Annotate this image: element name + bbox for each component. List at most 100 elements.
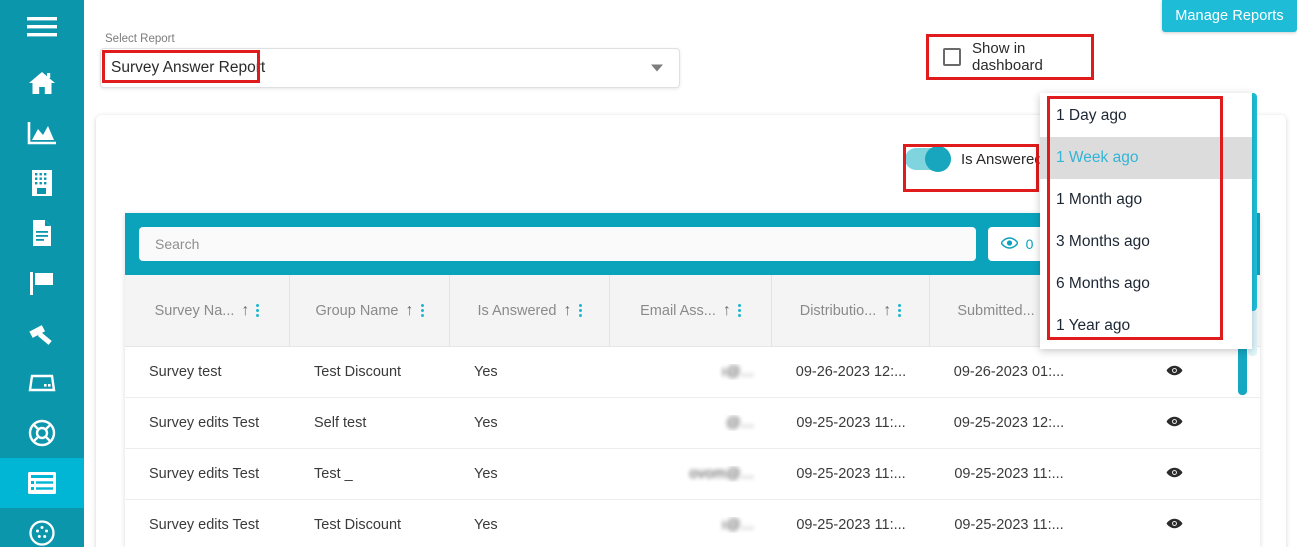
sort-asc-icon[interactable]: ↑ <box>883 302 891 319</box>
sort-asc-icon[interactable]: ↑ <box>406 302 414 319</box>
cell-submitted-date: 09-25-2023 12:... <box>953 415 1065 431</box>
views-count: 0 <box>1025 236 1034 252</box>
is-answered-toggle-group[interactable]: Is Answered <box>905 146 1043 172</box>
select-report-dropdown[interactable]: Survey Answer Report <box>100 48 680 88</box>
show-in-dashboard-group[interactable]: Show in dashboard <box>926 34 1094 80</box>
row-action-cell[interactable] <box>1088 415 1260 431</box>
cell-email-assigned: @... <box>610 415 772 431</box>
table-row[interactable]: Survey edits Test Self test Yes @... 09-… <box>125 398 1260 449</box>
sidebar-item-company[interactable] <box>0 158 84 208</box>
table-row[interactable]: Survey edits Test Test _ Yes ovom@... 09… <box>125 449 1260 500</box>
inbox-icon <box>28 372 56 394</box>
select-report-label: Select Report <box>105 33 175 45</box>
cell-is-answered: Yes <box>474 364 498 380</box>
sidebar-item-explore[interactable] <box>0 508 84 547</box>
column-header-distribution-date[interactable]: Distributio... ↑ <box>772 275 930 346</box>
dropdown-option-label: 1 Year ago <box>1056 317 1131 334</box>
grid-inner-scrollbar-thumb[interactable] <box>1238 341 1247 395</box>
show-in-dashboard-label: Show in dashboard <box>972 40 1043 74</box>
dropdown-option-label: 6 Months ago <box>1056 275 1150 292</box>
sort-asc-icon[interactable]: ↑ <box>564 302 572 319</box>
column-header-survey-name[interactable]: Survey Na... ↑ <box>125 275 290 346</box>
cell-survey-name: Survey edits Test <box>149 415 260 431</box>
row-action-cell[interactable] <box>1088 517 1260 533</box>
cell-is-answered: Yes <box>474 466 498 482</box>
sidebar-item-analytics[interactable] <box>0 108 84 158</box>
table-row[interactable]: Survey test Test Discount Yes ı@... 09-2… <box>125 347 1260 398</box>
dropdown-option-6-months[interactable]: 6 Months ago <box>1040 263 1252 305</box>
dropdown-option-1-week[interactable]: 1 Week ago <box>1040 137 1252 179</box>
column-label: Submitted... <box>957 302 1035 319</box>
sidebar-item-legal[interactable] <box>0 308 84 358</box>
cell-distribution-date: 09-25-2023 11:... <box>796 517 906 533</box>
cell-distribution-date: 09-25-2023 11:... <box>796 466 906 482</box>
cell-distribution-date: 09-26-2023 12:... <box>795 364 907 380</box>
manage-reports-label: Manage Reports <box>1175 8 1284 24</box>
sidebar-item-reports[interactable] <box>0 458 84 508</box>
column-header-is-answered[interactable]: Is Answered ↑ <box>450 275 610 346</box>
dropdown-option-1-year[interactable]: 1 Year ago <box>1040 305 1252 347</box>
sidebar-item-menu[interactable] <box>0 0 84 54</box>
document-icon <box>30 219 54 247</box>
kebab-menu-icon[interactable] <box>578 304 582 317</box>
show-in-dashboard-checkbox[interactable] <box>943 48 961 66</box>
search-input[interactable] <box>139 227 976 261</box>
cell-distribution-date: 09-25-2023 11:... <box>796 415 906 431</box>
sidebar-item-inbox[interactable] <box>0 358 84 408</box>
sidebar-item-documents[interactable] <box>0 208 84 258</box>
is-answered-switch[interactable] <box>905 146 951 172</box>
dropdown-option-1-day[interactable]: 1 Day ago <box>1040 95 1252 137</box>
dropdown-option-label: 1 Month ago <box>1056 191 1143 208</box>
eye-icon[interactable] <box>1166 415 1183 431</box>
chevron-down-icon <box>651 64 663 72</box>
kebab-menu-icon[interactable] <box>420 304 424 317</box>
is-answered-label: Is Answered <box>961 150 1043 168</box>
cell-group-name: Self test <box>314 415 367 431</box>
column-label: Distributio... <box>799 302 877 319</box>
cell-is-answered: Yes <box>474 415 498 431</box>
list-report-icon <box>27 471 57 495</box>
dropdown-option-1-month[interactable]: 1 Month ago <box>1040 179 1252 221</box>
flag-icon <box>28 270 56 296</box>
sort-asc-icon[interactable]: ↑ <box>241 302 249 319</box>
switch-knob <box>925 146 951 172</box>
cell-email-value: @... <box>725 415 754 431</box>
sidebar-item-home[interactable] <box>0 58 84 108</box>
sidebar-item-flags[interactable] <box>0 258 84 308</box>
select-report-group: Select Report Survey Answer Report <box>100 33 680 88</box>
cell-group-name: Test _ <box>290 466 450 482</box>
views-count-button[interactable]: 0 <box>988 227 1046 261</box>
column-header-group-name[interactable]: Group Name ↑ <box>290 275 450 346</box>
cell-email-assigned: ı@... <box>610 517 772 533</box>
column-label: Survey Na... <box>154 302 235 319</box>
eye-icon[interactable] <box>1166 517 1183 533</box>
cell-is-answered: Yes <box>474 517 498 533</box>
kebab-menu-icon[interactable] <box>256 304 260 317</box>
cell-submitted-date: 09-26-2023 01:... <box>953 364 1065 380</box>
kebab-menu-icon[interactable] <box>737 304 741 317</box>
table-row[interactable]: Survey edits Test Test Discount Yes ı@..… <box>125 500 1260 547</box>
building-icon <box>30 169 54 197</box>
eye-icon <box>1000 236 1019 252</box>
sidebar-item-support[interactable] <box>0 408 84 458</box>
eye-icon[interactable] <box>1166 466 1183 482</box>
dropdown-option-3-months[interactable]: 3 Months ago <box>1040 221 1252 263</box>
select-report-value: Survey Answer Report <box>111 59 266 76</box>
cell-submitted-date: 09-25-2023 11:... <box>954 466 1064 482</box>
cell-group-name: Test Discount <box>314 364 402 380</box>
eye-icon[interactable] <box>1166 364 1183 380</box>
cell-survey-name: Survey test <box>149 364 222 380</box>
cell-survey-name: Survey edits Test <box>149 466 260 482</box>
cell-survey-name: Survey edits Test <box>149 517 260 533</box>
sort-asc-icon[interactable]: ↑ <box>723 302 731 319</box>
column-header-email-assigned[interactable]: Email Ass... ↑ <box>610 275 772 346</box>
manage-reports-button[interactable]: Manage Reports <box>1162 0 1297 32</box>
cell-group-name: Test Discount <box>314 517 402 533</box>
row-action-cell[interactable] <box>1088 466 1260 482</box>
row-action-cell[interactable] <box>1088 364 1260 380</box>
dropdown-option-label: 1 Week ago <box>1056 149 1139 166</box>
hamburger-menu-icon <box>27 16 57 38</box>
kebab-menu-icon[interactable] <box>898 304 902 317</box>
date-range-dropdown[interactable]: 1 Day ago 1 Week ago 1 Month ago 3 Month… <box>1040 93 1252 349</box>
column-label: Is Answered <box>477 302 557 319</box>
